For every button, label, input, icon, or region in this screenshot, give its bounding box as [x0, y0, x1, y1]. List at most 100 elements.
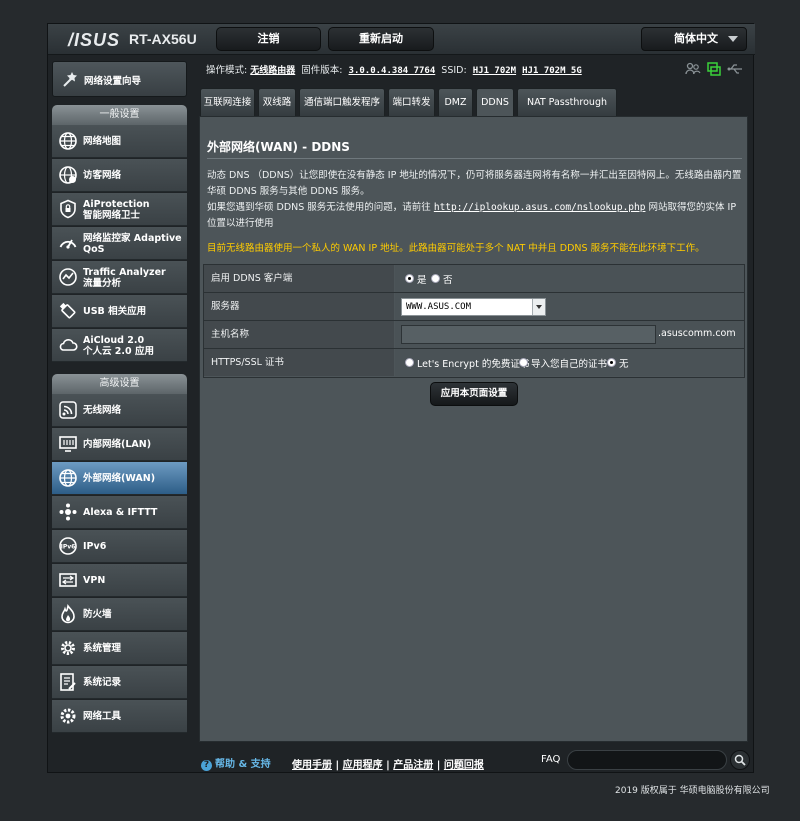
sidebar-item-label: 网络监控家 Adaptive	[83, 232, 182, 244]
internet-status-icon[interactable]	[706, 61, 722, 77]
copyright: 2019 版权属于 华硕电脑股份有限公司	[615, 786, 770, 796]
tab-dmz[interactable]: DMZ	[438, 88, 473, 116]
server-select-value: WWW.ASUS.COM	[406, 302, 472, 312]
sidebar-item-lan[interactable]: 内部网络(LAN)	[52, 428, 187, 461]
apply-button[interactable]: 应用本页面设置	[430, 382, 518, 406]
sidebar-item-adaptive-qos[interactable]: 网络监控家 Adaptive QoS	[52, 227, 187, 260]
iplookup-link[interactable]: http://iplookup.asus.com/nslookup.php	[434, 202, 646, 213]
tab-port-forwarding[interactable]: 端口转发	[388, 88, 435, 116]
sidebar-item-label: 系统记录	[83, 677, 122, 688]
tab-nat-passthrough[interactable]: NAT Passthrough	[517, 88, 617, 116]
ddns-enable-no-label: 否	[443, 275, 453, 286]
svg-text:IPv6: IPv6	[61, 544, 76, 551]
reboot-button[interactable]: 重新启动	[328, 27, 434, 51]
manual-link[interactable]: 使用手册	[292, 760, 332, 771]
private-ip-warning: 目前无线路由器使用一个私人的 WAN IP 地址。此路由器可能处于多个 NAT …	[207, 243, 705, 254]
ssl-letsencrypt-label: Let's Encrypt 的免费证书	[417, 359, 530, 370]
status-icons	[685, 61, 745, 77]
system-log-icon	[60, 673, 76, 691]
globe-icon	[59, 132, 77, 150]
router-admin-window: /ISUS RT-AX56U 注销 重新启动 简体中文 网络设置向导 一般设置 …	[47, 23, 755, 773]
logout-button[interactable]: 注销	[216, 27, 321, 51]
asus-logo[interactable]: /ISUS	[68, 30, 120, 51]
wan-globe-icon	[59, 469, 77, 487]
ddns-enable-yes-radio[interactable]	[405, 274, 414, 283]
sidebar-item-network-map[interactable]: 网络地图	[52, 125, 187, 158]
sidebar-item-vpn[interactable]: VPN	[52, 564, 187, 597]
sidebar-item-label: AiCloud 2.0	[83, 334, 145, 346]
feedback-link[interactable]: 问题回报	[444, 760, 484, 771]
firmware-version-link[interactable]: 3.0.0.4.384_7764	[349, 66, 436, 76]
sidebar-item-aicloud[interactable]: AiCloud 2.0 个人云 2.0 应用	[52, 329, 187, 362]
sidebar-item-ipv6[interactable]: IPv6 IPv6	[52, 530, 187, 563]
sidebar-item-label: IPv6	[83, 541, 107, 552]
sidebar-item-system-log[interactable]: 系统记录	[52, 666, 187, 699]
usb-status-icon[interactable]	[727, 63, 744, 75]
footer-links: 使用手册 | 应用程序 | 产品注册 | 问题回报	[292, 760, 484, 771]
system-gear-icon	[61, 641, 75, 655]
utility-link[interactable]: 应用程序	[343, 760, 383, 771]
faq-search-button[interactable]	[730, 750, 750, 770]
sidebar-item-guest-network[interactable]: 访客网络	[52, 159, 187, 192]
language-value: 简体中文	[674, 32, 718, 45]
ssl-none-label: 无	[619, 359, 629, 370]
ssl-none-radio[interactable]	[607, 358, 616, 367]
sidebar-item-usb-apps[interactable]: USB 相关应用	[52, 295, 187, 328]
ddns-enable-no-radio[interactable]	[431, 274, 440, 283]
help-text-prefix: 如果您遇到华硕 DDNS 服务无法使用的问题，请前往	[207, 202, 431, 213]
shield-icon	[60, 199, 76, 219]
ssid-5g-link[interactable]: HJ1_702M_5G	[522, 66, 582, 76]
sidebar-item-label: 网络地图	[83, 136, 122, 147]
title-divider	[207, 158, 742, 159]
tab-port-trigger[interactable]: 通信端口触发程序	[299, 88, 385, 116]
hostname-input[interactable]	[401, 325, 656, 344]
sidebar-item-label: 外部网络(WAN)	[83, 473, 156, 484]
sidebar-item-sublabel: QoS	[83, 243, 105, 255]
chevron-down-icon	[532, 299, 545, 315]
sidebar-item-label: 网络工具	[83, 711, 122, 722]
help-support-link[interactable]: ? 帮助 & 支持	[201, 755, 271, 771]
table-row: 主机名称 .asuscomm.com	[204, 321, 744, 349]
sidebar-item-network-tools[interactable]: 网络工具	[52, 700, 187, 733]
product-registration-link[interactable]: 产品注册	[393, 760, 433, 771]
sidebar-item-label: 无线网络	[83, 405, 122, 416]
help-support-label: 帮助 & 支持	[215, 759, 271, 770]
sidebar-item-alexa-ifttt[interactable]: Alexa & IFTTT	[52, 496, 187, 529]
cloud-icon	[59, 339, 78, 351]
ddns-settings-table: 启用 DDNS 客户端 是 否 服务器 WWW.ASUS.COM 主机名称 .a…	[203, 264, 745, 378]
tab-internet-connection[interactable]: 互联网连接	[200, 88, 255, 116]
sidebar-item-label: 防火墙	[83, 609, 112, 620]
tab-dual-wan[interactable]: 双线路	[258, 88, 296, 116]
sidebar-item-wireless[interactable]: 无线网络	[52, 394, 187, 427]
usb-icon	[59, 302, 76, 319]
sidebar-item-firewall[interactable]: 防火墙	[52, 598, 187, 631]
ssl-import-radio[interactable]	[519, 358, 528, 367]
sidebar-item-label: Alexa & IFTTT	[83, 507, 158, 518]
vpn-icon	[59, 573, 77, 587]
ssl-letsencrypt-radio[interactable]	[405, 358, 414, 367]
sidebar-item-label: AiProtection	[83, 198, 150, 210]
tab-ddns[interactable]: DDNS	[476, 88, 514, 116]
lan-icon	[59, 436, 77, 452]
sidebar-item-administration[interactable]: 系统管理	[52, 632, 187, 665]
sidebar-item-label: 内部网络(LAN)	[83, 439, 152, 450]
operation-mode-link[interactable]: 无线路由器	[250, 66, 295, 76]
sidebar-item-sublabel: 流量分析	[83, 277, 122, 289]
sidebar-item-traffic-analyzer[interactable]: Traffic Analyzer 流量分析	[52, 261, 187, 294]
quick-setup-label: 网络设置向导	[84, 76, 142, 87]
sidebar-item-wan[interactable]: 外部网络(WAN)	[52, 462, 187, 495]
network-tools-icon	[60, 708, 76, 724]
top-header: /ISUS RT-AX56U 注销 重新启动 简体中文	[48, 24, 755, 55]
faq-search-input[interactable]	[567, 750, 727, 770]
server-select[interactable]: WWW.ASUS.COM	[401, 298, 546, 316]
search-icon	[734, 754, 746, 766]
hostname-suffix: .asuscomm.com	[658, 328, 736, 339]
clients-icon[interactable]	[685, 61, 701, 77]
ipv6-icon: IPv6	[59, 537, 77, 555]
ssid-2g-link[interactable]: HJ1_702M	[473, 66, 516, 76]
language-select[interactable]: 简体中文	[641, 27, 747, 51]
sidebar-item-aiprotection[interactable]: AiProtection 智能网络卫士	[52, 193, 187, 226]
quick-setup-button[interactable]: 网络设置向导	[52, 61, 187, 97]
sidebar-item-label: 系统管理	[83, 643, 122, 654]
ddns-description: 动态 DNS （DDNS）让您即使在没有静态 IP 地址的情况下，仍可将服务器连…	[207, 170, 742, 197]
